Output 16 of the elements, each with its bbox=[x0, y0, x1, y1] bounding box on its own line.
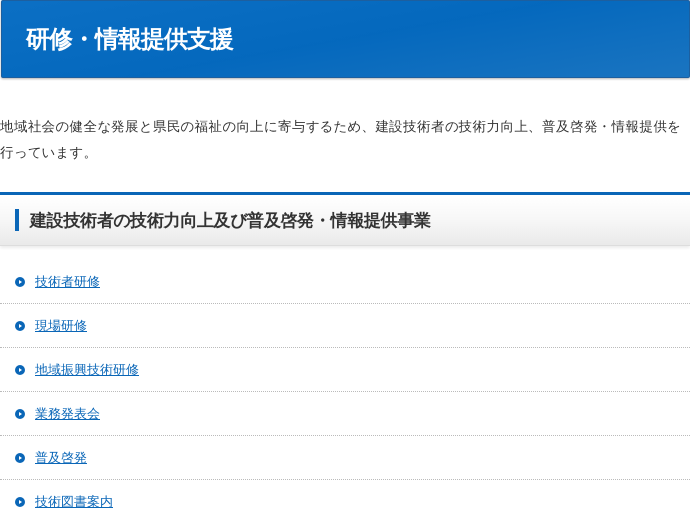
bullet-icon bbox=[15, 364, 25, 374]
accent-bar bbox=[15, 209, 19, 231]
bullet-icon bbox=[15, 496, 25, 506]
nav-link[interactable]: 技術図書案内 bbox=[35, 492, 113, 510]
intro-paragraph: 地域社会の健全な発展と県民の福祉の向上に寄与するため、建設技術者の技術力向上、普及啓発・情報提供を行っています。 bbox=[0, 118, 682, 163]
bullet-icon bbox=[15, 452, 25, 462]
bullet-icon bbox=[15, 320, 25, 330]
bullet-icon bbox=[15, 276, 25, 286]
bullet-icon bbox=[15, 408, 25, 418]
nav-link[interactable]: 現場研修 bbox=[35, 316, 87, 334]
nav-link[interactable]: 普及啓発 bbox=[35, 448, 87, 466]
section-heading: 建設技術者の技術力向上及び普及啓発・情報提供事業 bbox=[30, 210, 431, 232]
nav-link[interactable]: 技術者研修 bbox=[35, 272, 100, 290]
nav-link[interactable]: 業務発表会 bbox=[35, 404, 100, 422]
page-title: 研修・情報提供支援 bbox=[26, 24, 233, 55]
nav-link[interactable]: 地域振興技術研修 bbox=[35, 360, 139, 378]
